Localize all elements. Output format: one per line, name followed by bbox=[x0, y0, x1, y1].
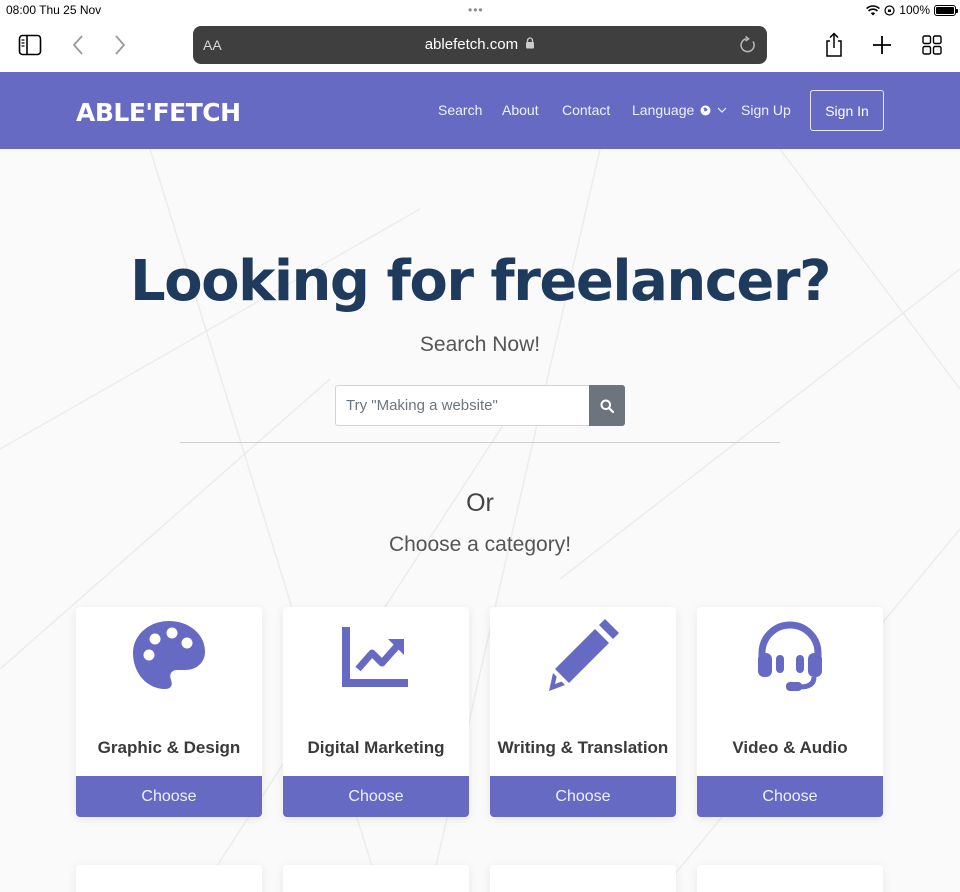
search-input[interactable] bbox=[335, 385, 589, 426]
category-card-video-audio: Video & Audio Choose bbox=[697, 607, 883, 817]
search-button[interactable] bbox=[589, 385, 625, 426]
globe-icon bbox=[700, 105, 711, 116]
hero-section: Looking for freelancer? Search Now! Or C… bbox=[0, 149, 960, 892]
nav-contact[interactable]: Contact bbox=[562, 102, 610, 118]
category-card-partial bbox=[490, 865, 676, 892]
or-label: Or bbox=[466, 489, 494, 517]
battery-icon bbox=[934, 4, 958, 16]
address-bar[interactable]: AA ablefetch.com bbox=[193, 26, 767, 64]
pencil-icon bbox=[549, 619, 619, 691]
chart-line-icon bbox=[342, 627, 408, 687]
chevron-down-icon bbox=[717, 107, 727, 113]
signin-button[interactable]: Sign In bbox=[810, 90, 884, 131]
site-logo[interactable]: ABLE'FETCH bbox=[76, 98, 241, 127]
category-title: Graphic & Design bbox=[97, 738, 241, 757]
category-title: Digital Marketing bbox=[307, 738, 445, 757]
lock-icon bbox=[526, 37, 535, 49]
mobile-icon bbox=[553, 883, 613, 892]
nav-language-label: Language bbox=[632, 102, 695, 118]
category-card-partial bbox=[283, 865, 469, 892]
site-navbar: ABLE'FETCH Search About Contact Language… bbox=[0, 72, 960, 149]
category-card-partial bbox=[76, 865, 262, 892]
nav-language-dropdown[interactable]: Language bbox=[632, 102, 727, 118]
multitasking-dots[interactable]: ••• bbox=[468, 3, 484, 17]
search-now-subtitle: Search Now! bbox=[419, 333, 541, 356]
monitor-icon bbox=[139, 883, 199, 892]
url-text: ablefetch.com bbox=[424, 36, 519, 53]
status-bar: 08:00 Thu 25 Nov ••• 100% bbox=[0, 0, 960, 22]
category-card-digital-marketing: Digital Marketing Choose bbox=[283, 607, 469, 817]
nav-signup[interactable]: Sign Up bbox=[741, 102, 791, 118]
sidebar-toggle-icon[interactable] bbox=[14, 30, 46, 60]
search-icon bbox=[600, 399, 614, 413]
back-icon[interactable] bbox=[62, 30, 94, 60]
category-card-graphic-design: Graphic & Design Choose bbox=[76, 607, 262, 817]
choose-category-label: Choose a category! bbox=[388, 533, 572, 556]
nav-about[interactable]: About bbox=[502, 102, 539, 118]
battery-percent: 100% bbox=[899, 3, 930, 17]
reload-icon[interactable] bbox=[737, 34, 759, 56]
status-time: 08:00 Thu 25 Nov bbox=[6, 3, 102, 17]
palette-icon bbox=[133, 621, 205, 689]
url-display[interactable]: ablefetch.com bbox=[193, 36, 767, 53]
forward-icon[interactable] bbox=[104, 30, 136, 60]
choose-button[interactable]: Choose bbox=[76, 776, 262, 817]
share-icon[interactable] bbox=[818, 30, 850, 60]
bar-chart-icon bbox=[346, 883, 406, 892]
wifi-icon bbox=[866, 4, 881, 15]
choose-button[interactable]: Choose bbox=[697, 776, 883, 817]
section-divider bbox=[180, 442, 780, 443]
search-form bbox=[335, 385, 625, 426]
category-title: Writing & Translation bbox=[497, 738, 669, 757]
status-indicators: 100% bbox=[866, 3, 958, 17]
category-card-partial bbox=[697, 865, 883, 892]
choose-button[interactable]: Choose bbox=[283, 776, 469, 817]
page-title: Looking for freelancer? bbox=[129, 249, 832, 314]
nav-search[interactable]: Search bbox=[438, 102, 482, 118]
browser-toolbar: AA ablefetch.com bbox=[0, 22, 960, 72]
tab-overview-icon[interactable] bbox=[916, 30, 948, 60]
orientation-lock-icon bbox=[884, 4, 895, 16]
headset-icon bbox=[758, 621, 822, 691]
category-title: Video & Audio bbox=[732, 738, 848, 757]
choose-button[interactable]: Choose bbox=[490, 776, 676, 817]
briefcase-icon bbox=[760, 883, 820, 892]
category-card-writing-translation: Writing & Translation Choose bbox=[490, 607, 676, 817]
new-tab-icon[interactable] bbox=[866, 30, 898, 60]
